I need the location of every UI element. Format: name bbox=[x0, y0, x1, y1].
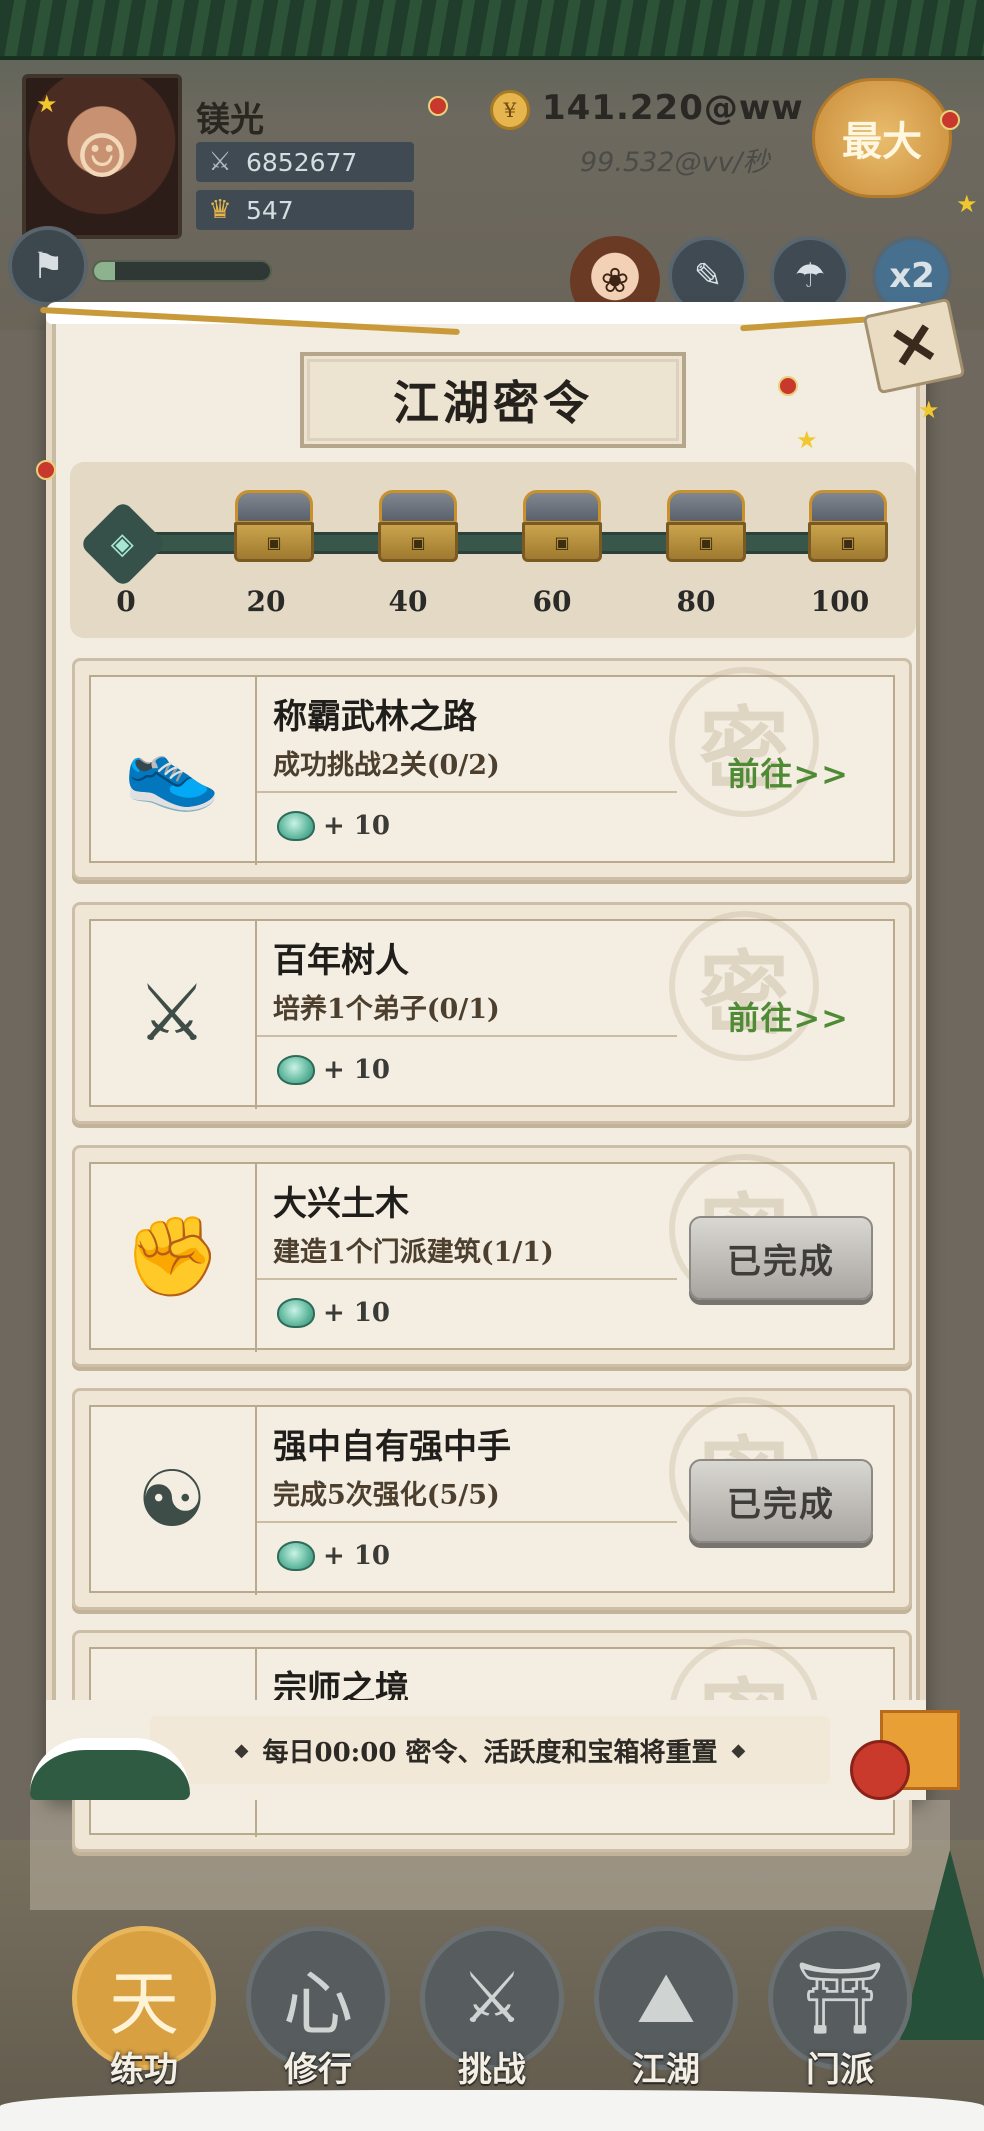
gold-value: 547 bbox=[246, 195, 294, 225]
task-name: 百年树人 bbox=[273, 941, 409, 981]
progress-track bbox=[110, 532, 880, 554]
task-description: 完成5次强化(5/5) bbox=[273, 1480, 500, 1511]
gift-decoration bbox=[850, 1690, 970, 1800]
reward-chest-80[interactable]: ▣ bbox=[664, 490, 748, 574]
ornament-icon bbox=[428, 96, 448, 116]
snow-ground bbox=[0, 2090, 984, 2131]
nav-challenge[interactable]: ⚔ 挑战 bbox=[414, 1926, 570, 2116]
completed-button[interactable]: 已完成 bbox=[689, 1459, 873, 1543]
snowy-bush-decoration bbox=[30, 1738, 190, 1800]
task-reward: + 10 bbox=[277, 1541, 390, 1571]
reward-chest-60[interactable]: ▣ bbox=[520, 490, 604, 574]
power-value: 6852677 bbox=[246, 147, 358, 177]
nav-sect[interactable]: ⛩ 门派 bbox=[762, 1926, 918, 2116]
reset-notice: ◆ 每日00:00 密令、活跃度和宝箱将重置 ◆ bbox=[150, 1716, 830, 1784]
gold-stat: ♛ 547 bbox=[196, 190, 414, 230]
task-reward: + 10 bbox=[277, 1298, 390, 1328]
milestone-label: 100 bbox=[810, 585, 870, 618]
nav-label: 江湖 bbox=[632, 2050, 700, 2090]
task-name: 大兴土木 bbox=[273, 1184, 409, 1224]
nav-label: 修行 bbox=[284, 2050, 352, 2090]
task-name: 强中自有强中手 bbox=[273, 1427, 511, 1467]
flag-icon: ⚑ bbox=[31, 245, 65, 287]
close-icon: ✕ bbox=[883, 307, 945, 385]
avatar-portrait-icon: ☺ bbox=[75, 121, 129, 192]
jade-gem-icon bbox=[277, 811, 315, 841]
ornament-icon bbox=[940, 110, 960, 130]
task-description: 成功挑战2关(0/2) bbox=[273, 750, 500, 781]
ornament-icon bbox=[36, 460, 56, 480]
panel-title: 江湖密令 bbox=[300, 352, 686, 448]
shoe-icon: 👟 bbox=[89, 675, 257, 865]
reward-chest-100[interactable]: ▣ bbox=[806, 490, 890, 574]
income-total: 141.220@ww bbox=[542, 88, 804, 128]
reward-chest-20[interactable]: ▣ bbox=[232, 490, 316, 574]
hat-icon: ☂ bbox=[794, 256, 826, 296]
max-button[interactable]: 最大 bbox=[812, 78, 952, 198]
go-button[interactable]: 前往>> bbox=[727, 993, 849, 1039]
task-reward: + 10 bbox=[277, 1055, 390, 1085]
fist-icon: ✊ bbox=[89, 1162, 257, 1352]
nav-training[interactable]: 天 练功 bbox=[66, 1926, 222, 2116]
crossed-swords-icon: ⚔ bbox=[208, 147, 232, 177]
milestone-label: 40 bbox=[388, 585, 428, 618]
nav-label: 挑战 bbox=[458, 2050, 526, 2090]
task-name: 称霸武林之路 bbox=[273, 697, 477, 737]
star-icon: ★ bbox=[918, 396, 940, 424]
pine-garland bbox=[0, 0, 984, 60]
task-description: 培养1个弟子(0/1) bbox=[273, 994, 500, 1025]
nav-label: 门派 bbox=[806, 2050, 874, 2090]
reset-notice-text: 每日00:00 密令、活跃度和宝箱将重置 bbox=[262, 1737, 718, 1768]
milestone-label: 20 bbox=[246, 585, 286, 618]
completed-button[interactable]: 已完成 bbox=[689, 1216, 873, 1300]
milestone-label: 80 bbox=[676, 585, 716, 618]
go-button[interactable]: 前往>> bbox=[727, 749, 849, 795]
reward-chest-40[interactable]: ▣ bbox=[376, 490, 460, 574]
nav-cultivation[interactable]: 心 修行 bbox=[240, 1926, 396, 2116]
milestone-label: 60 bbox=[532, 585, 572, 618]
diamond-icon: ◆ bbox=[731, 1739, 746, 1761]
task-reward: + 10 bbox=[277, 811, 390, 841]
jade-gem-icon bbox=[277, 1541, 315, 1571]
ornament-icon bbox=[778, 376, 798, 396]
task-card: 密 ✊ 大兴土木 建造1个门派建筑(1/1) + 10 已完成 bbox=[72, 1145, 912, 1367]
diamond-icon: ◆ bbox=[234, 1739, 249, 1761]
task-description: 建造1个门派建筑(1/1) bbox=[273, 1237, 554, 1268]
star-icon: ★ bbox=[36, 90, 58, 118]
experience-bar bbox=[92, 260, 272, 282]
task-card: 密 👟 称霸武林之路 成功挑战2关(0/2) + 10 前往>> bbox=[72, 658, 912, 880]
jade-gem-icon bbox=[277, 1055, 315, 1085]
flag-button[interactable]: ⚑ bbox=[8, 226, 88, 306]
experience-fill bbox=[94, 262, 116, 280]
player-name: 镁光 bbox=[196, 100, 264, 140]
coin-icon: ¥ bbox=[490, 90, 530, 130]
jade-gem-icon bbox=[277, 1298, 315, 1328]
star-icon: ★ bbox=[796, 426, 818, 454]
task-card: 密 ⚔ 百年树人 培养1个弟子(0/1) + 10 前往>> bbox=[72, 902, 912, 1124]
star-icon: ★ bbox=[956, 190, 978, 218]
milestone-label: 0 bbox=[116, 585, 136, 618]
power-stat: ⚔ 6852677 bbox=[196, 142, 414, 182]
nav-label: 练功 bbox=[110, 2050, 178, 2090]
scroll-icon: ✎ bbox=[693, 256, 723, 296]
task-card: 密 ☯ 强中自有强中手 完成5次强化(5/5) + 10 已完成 bbox=[72, 1388, 912, 1610]
crossed-spears-icon: ⚔ bbox=[89, 919, 257, 1109]
meditating-figure-icon: ☯ bbox=[89, 1405, 257, 1595]
crown-icon: ♛ bbox=[208, 195, 232, 225]
nav-jianghu[interactable]: ⛰ 江湖 bbox=[588, 1926, 744, 2116]
income-per-second: 99.532@vv/秒 bbox=[580, 147, 770, 178]
